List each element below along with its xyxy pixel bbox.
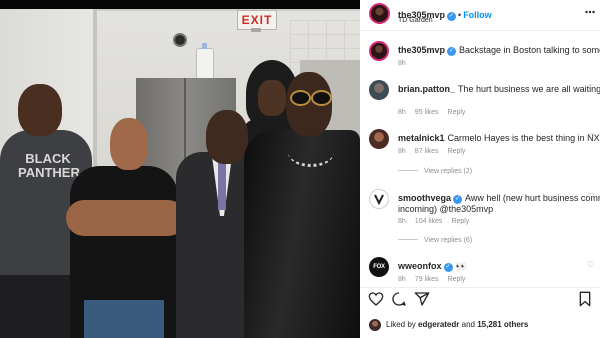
- sunglasses: [287, 90, 332, 106]
- share-icon[interactable]: [414, 291, 430, 307]
- head: [18, 84, 62, 136]
- view-replies-button[interactable]: View replies (2): [398, 168, 472, 175]
- tie: [218, 160, 226, 210]
- more-options-icon[interactable]: [585, 10, 595, 14]
- comment-likes[interactable]: 87 likes: [415, 148, 439, 155]
- comment-avatar[interactable]: [369, 80, 389, 100]
- comment-avatar[interactable]: [369, 189, 389, 209]
- comment-line-2: incoming) @the305mvp: [398, 203, 600, 215]
- comment-time: 8h: [398, 276, 406, 283]
- liked-by-conj: and: [461, 320, 475, 329]
- view-replies-bar: [398, 239, 418, 240]
- view-replies-button[interactable]: View replies (6): [398, 237, 472, 244]
- follow-button[interactable]: Follow: [463, 10, 492, 20]
- bookmark-icon[interactable]: [577, 291, 593, 307]
- sanitizer-dispenser: [196, 43, 214, 80]
- comment-meta: 8h 104 likes Reply: [398, 217, 478, 227]
- head: [206, 110, 248, 164]
- separator-dot: •: [458, 10, 462, 20]
- comment-avatar[interactable]: FOX WWE: [369, 257, 389, 277]
- heart-icon[interactable]: [368, 291, 384, 307]
- comment-text-2: incoming) @the305mvp: [398, 204, 494, 214]
- comment-like-icon[interactable]: ♡: [587, 132, 594, 141]
- face: [258, 80, 286, 116]
- comment-like-icon[interactable]: ♡: [587, 83, 594, 92]
- post-header: the305mvp ✓ • Follow TD Garden: [360, 0, 600, 27]
- liked-by-text: Liked by edgeratedr and 15,281 others: [386, 320, 528, 329]
- comment-likes[interactable]: 95 likes: [415, 109, 439, 116]
- head: [110, 118, 148, 170]
- photo-top-bar: [0, 0, 360, 9]
- author-avatar[interactable]: [369, 3, 390, 24]
- comment-text: Carmelo Hayes is the best thing in NXT r…: [447, 133, 600, 143]
- action-bar: [360, 290, 600, 310]
- reply-button[interactable]: Reply: [451, 218, 469, 225]
- liked-by-count[interactable]: 15,281 others: [477, 320, 528, 329]
- reply-button[interactable]: Reply: [448, 109, 466, 116]
- comment-username[interactable]: wweonfox: [398, 261, 442, 271]
- liked-by-user[interactable]: edgeratedr: [418, 320, 459, 329]
- smoothvega-logo-icon: [374, 194, 384, 206]
- caption-avatar[interactable]: [369, 41, 389, 61]
- instagram-post-view: EXIT BLACK PANTHER the305mvp ✓ • Follow …: [0, 0, 600, 338]
- exit-sign: EXIT: [237, 10, 277, 30]
- comment-likes[interactable]: 104 likes: [415, 218, 443, 225]
- verified-icon: ✓: [447, 47, 457, 56]
- comments-panel: the305mvp ✓ • Follow TD Garden the305mvp ✓ Ba…: [360, 0, 600, 338]
- caption-username[interactable]: the305mvp: [398, 45, 445, 55]
- caption-text: Backstage in Boston talking to some peo: [459, 45, 600, 55]
- view-replies-bar: [398, 170, 418, 171]
- comment-likes[interactable]: 79 likes: [415, 276, 439, 283]
- comment-text: Aww hell (new hurt business comments: [465, 193, 600, 203]
- view-replies-label: View replies (6): [424, 237, 473, 244]
- liked-by-prefix: Liked by: [386, 320, 416, 329]
- reply-button[interactable]: Reply: [448, 276, 466, 283]
- post-photo[interactable]: EXIT BLACK PANTHER: [0, 0, 360, 338]
- liked-by-row: Liked by edgeratedr and 15,281 others: [360, 318, 600, 332]
- comment-time: 8h: [398, 218, 406, 225]
- verified-icon: ✓: [447, 12, 457, 21]
- comment-icon[interactable]: [391, 291, 407, 307]
- chain: [288, 138, 334, 167]
- post-location[interactable]: TD Garden: [398, 17, 433, 24]
- security-camera: [173, 33, 187, 47]
- comment-time: 8h: [398, 148, 406, 155]
- comment-username[interactable]: smoothvega: [398, 193, 451, 203]
- ceiling-line: [90, 9, 360, 11]
- reply-button[interactable]: Reply: [448, 148, 466, 155]
- comment-text: 👀: [455, 261, 467, 271]
- view-replies-label: View replies (2): [424, 168, 473, 175]
- verified-icon: ✓: [443, 263, 453, 272]
- comment-meta: 8h 87 likes Reply: [398, 147, 474, 157]
- comment-line: metalnick1 Carmelo Hayes is the best thin…: [398, 132, 600, 144]
- comment-username[interactable]: brian.patton_: [398, 84, 455, 94]
- comment-text: The hurt business we are all waiting for: [458, 84, 600, 94]
- exit-sign-mount: [251, 28, 261, 32]
- comment-meta: 8h 95 likes Reply: [398, 108, 474, 118]
- liked-by-avatar[interactable]: [369, 319, 381, 331]
- comment-avatar[interactable]: [369, 129, 389, 149]
- header-divider: [360, 30, 600, 31]
- caption-line: the305mvp ✓ Backstage in Boston talking to…: [398, 44, 600, 56]
- pants: [0, 275, 70, 338]
- jeans: [84, 300, 164, 338]
- comment-like-icon[interactable]: ♡: [587, 260, 594, 269]
- comment-line: brian.patton_ The hurt business we are al…: [398, 83, 600, 95]
- crossed-arms: [66, 200, 186, 236]
- comment-like-icon[interactable]: ♡: [587, 192, 594, 201]
- actions-divider: [360, 287, 600, 288]
- caption-time: 8h: [398, 60, 406, 67]
- shirt-text: BLACK PANTHER: [18, 151, 80, 180]
- comment-time: 8h: [398, 109, 406, 116]
- comment-meta: 8h 79 likes Reply: [398, 275, 474, 285]
- comment-username[interactable]: metalnick1: [398, 133, 445, 143]
- caption-meta: 8h: [398, 59, 415, 69]
- comment-line: wweonfox ✓ 👀: [398, 260, 600, 272]
